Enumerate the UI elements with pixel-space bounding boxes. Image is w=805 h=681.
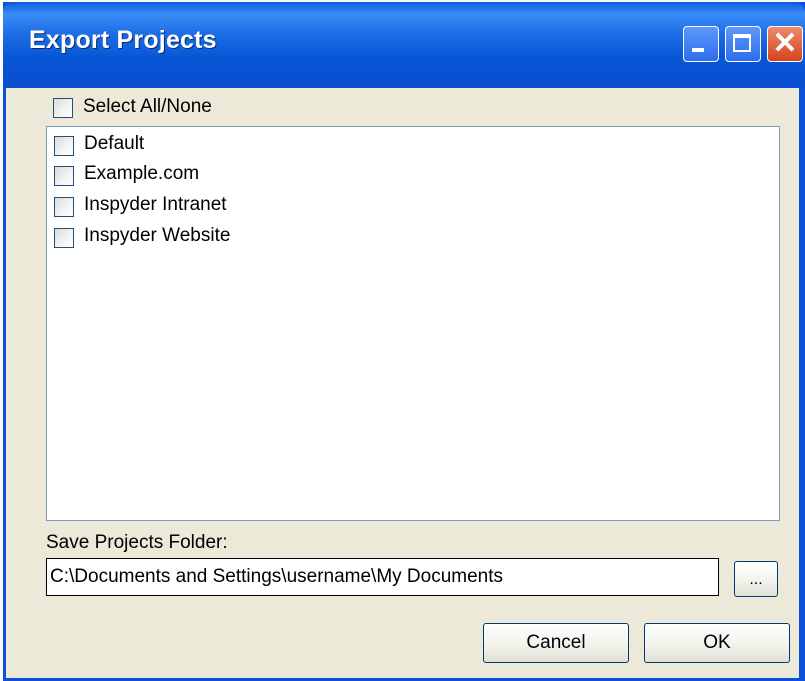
close-icon: ✕	[772, 27, 798, 60]
project-label[interactable]: Default	[84, 133, 144, 155]
project-checkbox-default[interactable]	[54, 136, 74, 156]
minimize-button[interactable]	[683, 26, 719, 62]
title-bar[interactable]: Export Projects ✕	[3, 2, 805, 88]
project-checkbox-example[interactable]	[54, 166, 74, 186]
minimize-icon	[692, 48, 704, 52]
cancel-button[interactable]: Cancel	[483, 623, 629, 663]
save-folder-input[interactable]: C:\Documents and Settings\username\My Do…	[46, 558, 719, 596]
resize-grip[interactable]	[787, 666, 799, 678]
browse-button[interactable]: ...	[734, 561, 778, 597]
export-projects-window: Export Projects ✕ Select All/None Defaul…	[3, 2, 805, 681]
project-list[interactable]: Default Example.com Inspyder Intranet In…	[46, 126, 780, 521]
project-label[interactable]: Inspyder Intranet	[84, 194, 227, 216]
project-checkbox-intranet[interactable]	[54, 197, 74, 217]
project-label[interactable]: Example.com	[84, 163, 199, 185]
window-title: Export Projects	[29, 26, 217, 54]
close-button[interactable]: ✕	[767, 26, 803, 62]
project-label[interactable]: Inspyder Website	[84, 225, 230, 247]
maximize-icon	[733, 34, 751, 52]
save-folder-value: C:\Documents and Settings\username\My Do…	[50, 566, 504, 587]
save-folder-label: Save Projects Folder:	[46, 532, 228, 553]
select-all-label[interactable]: Select All/None	[83, 96, 212, 118]
maximize-button[interactable]	[725, 26, 761, 62]
dialog-body: Select All/None Default Example.com Insp…	[6, 88, 799, 678]
ok-button[interactable]: OK	[644, 623, 790, 663]
project-checkbox-website[interactable]	[54, 228, 74, 248]
select-all-checkbox[interactable]	[53, 98, 73, 118]
